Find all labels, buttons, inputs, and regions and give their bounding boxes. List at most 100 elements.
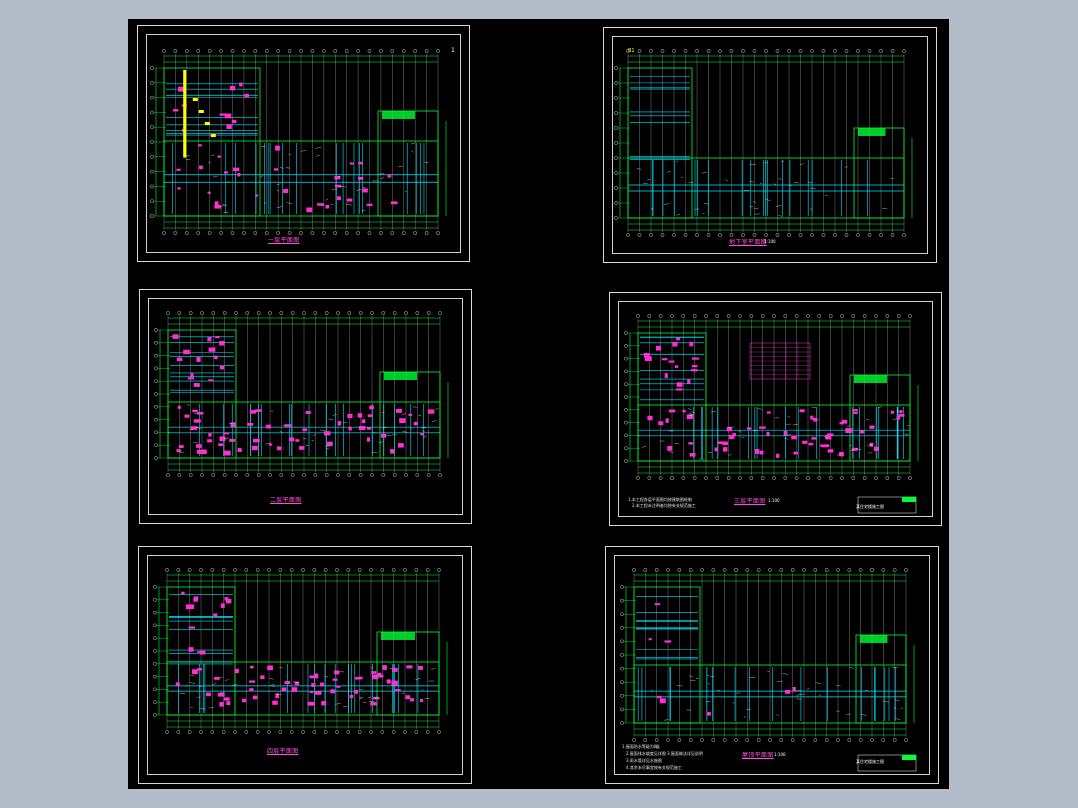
- axis-bubble: [347, 311, 352, 315]
- room-tag: [336, 196, 341, 201]
- axis-bubble: [299, 231, 303, 235]
- drawing-canvas[interactable]: 一层平面图 1 B1 地下室平面图 1:100 二层平面图 三层平面图 1:10…: [128, 19, 949, 789]
- axis-bubble: [344, 49, 349, 53]
- detail-line: [211, 154, 215, 156]
- axis-bubble: [256, 311, 261, 315]
- room-tag: [766, 431, 770, 436]
- axis-bubble: [726, 476, 731, 480]
- axis-bubble: [233, 730, 237, 734]
- detail-line: [276, 183, 281, 186]
- room-tag: [220, 603, 225, 608]
- room-tag: [176, 449, 181, 453]
- detail-line: [411, 150, 414, 153]
- room-tag: [648, 638, 652, 641]
- axis-bubble: [173, 231, 178, 235]
- axis-bubble: [347, 473, 352, 477]
- room-tag: [183, 349, 190, 355]
- sheet-caption: 二层平面图: [270, 497, 302, 504]
- axis-bubble: [222, 473, 227, 477]
- room-tag: [366, 203, 373, 207]
- detail-line: [380, 177, 384, 179]
- axis-bubble: [154, 392, 158, 396]
- axis-bubble: [783, 314, 788, 318]
- axis-bubble: [858, 738, 863, 742]
- axis-bubble: [438, 311, 442, 315]
- room-tag: [723, 447, 728, 452]
- detail-line: [806, 687, 810, 690]
- axis-bubble: [821, 49, 826, 53]
- room-tag: [284, 680, 291, 685]
- room-tag: [387, 174, 392, 178]
- sheet-third-floor-plan[interactable]: 三层平面图 1:100 1.本工程各层平面图均按建筑图绘制 2.本工程未注明者均…: [609, 292, 942, 526]
- detail-line: [666, 171, 671, 173]
- detail-line: [404, 191, 407, 193]
- room-tag: [386, 679, 391, 684]
- axis-bubble: [624, 331, 628, 335]
- sheet-first-floor-plan[interactable]: 一层平面图 1: [137, 25, 470, 262]
- room-tag: [706, 712, 711, 716]
- axis-bubble: [670, 314, 674, 318]
- detail-line: [431, 668, 436, 670]
- room-tag: [237, 172, 241, 177]
- axis-bubble: [787, 49, 791, 53]
- axis-bubble: [154, 456, 158, 460]
- room-tag: [214, 676, 220, 680]
- sheet-fourth-floor-plan[interactable]: 四层平面图: [138, 546, 472, 784]
- room-tag: [314, 673, 319, 679]
- axis-bubble: [162, 49, 166, 53]
- axis-bubble: [379, 231, 383, 235]
- axis-bubble: [817, 476, 822, 480]
- axis-bubble: [856, 49, 860, 53]
- axis-bubble: [896, 314, 901, 318]
- axis-bubble: [614, 186, 618, 190]
- axis-bubble: [624, 356, 628, 361]
- sheet-second-floor-plan[interactable]: 二层平面图: [139, 289, 472, 524]
- detail-line: [378, 441, 384, 443]
- detail-line: [300, 150, 307, 152]
- axis-bubble: [783, 476, 788, 480]
- axis-bubble: [614, 81, 618, 85]
- room-tag: [382, 665, 387, 670]
- axis-bubble: [745, 738, 750, 742]
- room-tag: [369, 405, 374, 410]
- axis-bubble: [775, 49, 780, 53]
- axis-bubble: [806, 476, 810, 480]
- axis-bubble: [150, 169, 154, 174]
- axis-bubble: [683, 49, 688, 53]
- sheet-roof-plan[interactable]: 屋顶平面图 1:100 1.屋面防水等级为Ⅱ级 2.屋面排水坡度见详图 3.屋面…: [605, 546, 939, 784]
- axis-bubble: [245, 473, 250, 477]
- room-tag: [223, 697, 230, 701]
- axis-bubble: [346, 568, 351, 572]
- general-note-2: 2.本工程未注明者均按有关规范施工: [632, 503, 696, 508]
- axis-bubble: [904, 738, 908, 742]
- room-tag: [674, 365, 679, 368]
- axis-bubble: [779, 568, 784, 572]
- axis-bubble: [810, 233, 814, 237]
- detail-line: [285, 167, 291, 169]
- axis-bubble: [715, 476, 720, 480]
- axis-bubble: [242, 231, 246, 235]
- room-tag: [358, 161, 363, 165]
- room-tag: [275, 145, 280, 151]
- room-tag: [668, 409, 676, 413]
- axis-bubble: [426, 473, 431, 477]
- axis-bubble: [403, 568, 407, 572]
- axis-bubble: [752, 49, 757, 53]
- axis-bubble: [150, 154, 154, 159]
- axis-bubble: [833, 49, 837, 53]
- room-tag: [661, 358, 668, 361]
- axis-bubble: [677, 568, 682, 572]
- room-tag: [336, 685, 341, 688]
- room-tag: [272, 700, 278, 705]
- axis-bubble: [688, 568, 693, 572]
- room-tag: [231, 119, 237, 124]
- room-tag: [427, 409, 435, 414]
- axis-bubble: [207, 231, 212, 235]
- axis-bubble: [802, 568, 806, 572]
- axis-bubble: [666, 738, 670, 742]
- axis-bubble: [817, 314, 822, 318]
- room-tag: [890, 410, 894, 414]
- sheet-basement-plan[interactable]: B1 地下室平面图 1:100: [603, 27, 937, 263]
- room-tag: [672, 341, 678, 347]
- room-tag: [691, 364, 698, 368]
